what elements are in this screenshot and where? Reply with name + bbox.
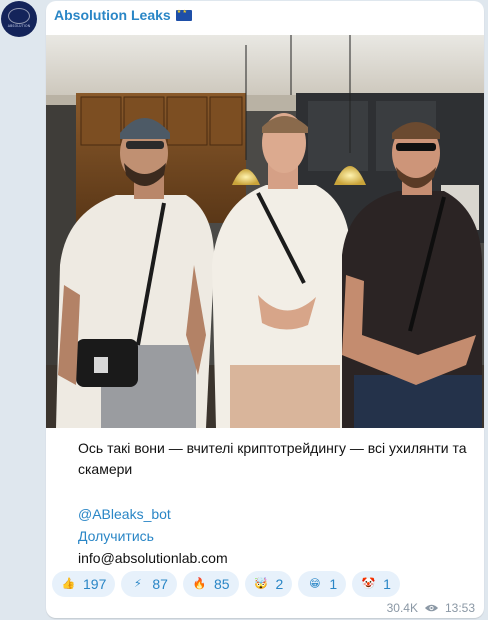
lightning-icon: ⚡ [133, 577, 142, 590]
fire-icon: 🔥 [192, 577, 207, 590]
email-text: info@absolutionlab.com [78, 550, 228, 566]
message-bubble: Absolution Leaks ★ ★ Ось такі вони — вчи… [46, 1, 484, 618]
reaction-count: 87 [152, 576, 168, 592]
grin-icon: 😁 [309, 577, 321, 590]
reaction-lightning[interactable]: ⚡ 87 [121, 571, 177, 597]
avatar-logo-icon [8, 8, 30, 24]
reaction-count: 1 [329, 576, 338, 592]
reaction-thumbs-up[interactable]: 👍 197 [52, 571, 116, 597]
avatar-text: ABSOLUTION [7, 24, 31, 28]
message-meta: 30.4K 13:53 [387, 601, 475, 615]
channel-header[interactable]: Absolution Leaks [54, 7, 192, 23]
thumbs-up-icon: 👍 [61, 577, 76, 590]
message-time: 13:53 [444, 601, 475, 615]
channel-name[interactable]: Absolution Leaks [54, 7, 171, 23]
mind-blown-icon: 🤯 [254, 577, 268, 590]
eye-icon [424, 604, 439, 612]
post-photo[interactable] [46, 35, 484, 428]
reaction-count: 85 [213, 576, 230, 592]
reaction-clown[interactable]: 🤡 1 [352, 571, 400, 597]
post-links: @ABleaks_bot Долучитись info@absolutionl… [78, 503, 228, 569]
reaction-fire[interactable]: 🔥 85 [182, 571, 239, 597]
channel-avatar[interactable]: ABSOLUTION [1, 1, 37, 37]
eu-flag-icon [175, 9, 192, 21]
reaction-count: 2 [275, 576, 284, 592]
join-link[interactable]: Долучитись [78, 525, 228, 547]
post-caption: Ось такі вони — вчителі криптотрейдингу … [78, 438, 474, 480]
reaction-mind-blown[interactable]: 🤯 2 [244, 571, 293, 597]
bot-link[interactable]: @ABleaks_bot [78, 503, 228, 525]
clown-icon: 🤡 [361, 577, 376, 590]
caption-text: Ось такі вони — вчителі криптотрейдингу … [78, 440, 467, 477]
reaction-count: 197 [83, 576, 107, 592]
view-count: 30.4K [386, 601, 418, 615]
reactions-bar: 👍 197 ⚡ 87 🔥 85 🤯 2 😁 1 🤡 1 [52, 571, 400, 597]
reaction-grin[interactable]: 😁 1 [298, 571, 347, 597]
reaction-count: 1 [383, 576, 391, 592]
